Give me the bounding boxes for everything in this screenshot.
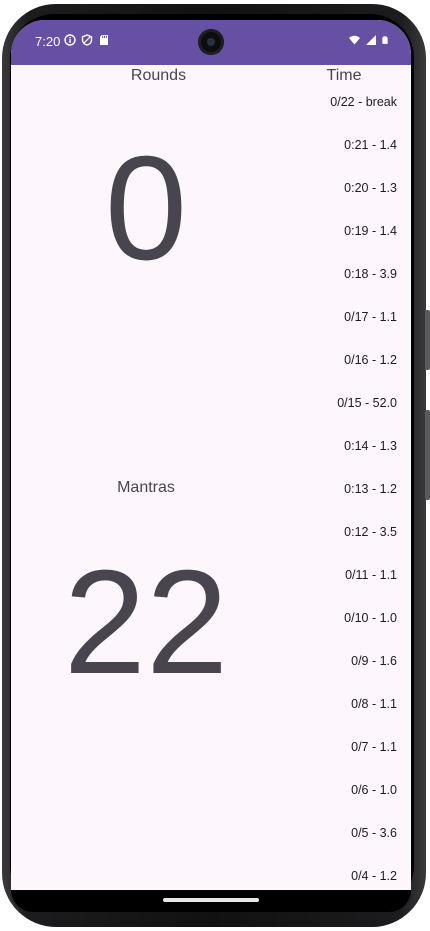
time-log-entry: 0/10 - 1.0: [344, 611, 397, 625]
gesture-handle[interactable]: [163, 898, 259, 902]
info-icon: [64, 34, 76, 46]
time-label: Time: [326, 67, 362, 84]
rounds-label: Rounds: [130, 67, 187, 84]
time-log-entry: 0/4 - 1.2: [351, 869, 397, 883]
shield-icon: [81, 34, 93, 46]
status-time: 7:20: [35, 34, 61, 49]
device: 7:20 Rounds 0 Mantras 22 Time 0/22 - bre…: [0, 0, 430, 931]
time-log-entry: 0:19 - 1.4: [344, 224, 397, 238]
time-log-entry: 0:13 - 1.2: [344, 482, 397, 496]
volume-button: [425, 410, 430, 500]
time-log-entry: 0/7 - 1.1: [351, 740, 397, 754]
time-log-entry: 0/17 - 1.1: [344, 310, 397, 324]
mantras-counter[interactable]: 22: [26, 549, 266, 697]
signal-icon: [366, 35, 376, 45]
time-log-list[interactable]: 0/22 - break 0:21 - 1.4 0:20 - 1.3 0:19 …: [257, 93, 397, 890]
battery-icon: [382, 36, 388, 44]
time-log-entry: 0:20 - 1.3: [344, 181, 397, 195]
time-log-entry: 0/9 - 1.6: [351, 654, 397, 668]
navigation-bar: [11, 890, 411, 912]
time-log-entry: 0:12 - 3.5: [344, 525, 397, 539]
time-log-entry: 0:21 - 1.4: [344, 138, 397, 152]
time-log-entry: 0/11 - 1.1: [345, 568, 397, 582]
main-content: Rounds 0 Mantras 22 Time 0/22 - break 0:…: [11, 65, 411, 890]
rounds-counter[interactable]: 0: [46, 135, 246, 283]
status-icons-right: [348, 34, 389, 46]
time-log-entry: 0/8 - 1.1: [351, 697, 397, 711]
power-button: [425, 310, 430, 370]
time-log-entry: 0/6 - 1.0: [351, 783, 397, 797]
mantras-label: Mantras: [117, 479, 175, 496]
front-camera: [198, 29, 224, 55]
time-log-entry: 0/5 - 3.6: [351, 826, 397, 840]
app-screen: 7:20 Rounds 0 Mantras 22 Time 0/22 - bre…: [11, 20, 411, 890]
wifi-icon: [349, 35, 360, 45]
time-log-entry: 0:14 - 1.3: [344, 439, 397, 453]
time-log-entry: 0/22 - break: [330, 95, 397, 109]
status-bar: 7:20: [11, 20, 411, 65]
sd-card-icon: [100, 35, 108, 45]
time-log-entry: 0/16 - 1.2: [344, 353, 397, 367]
status-icons-left: [64, 34, 110, 46]
time-log-entry: 0/15 - 52.0: [337, 396, 397, 410]
time-log-entry: 0:18 - 3.9: [344, 267, 397, 281]
